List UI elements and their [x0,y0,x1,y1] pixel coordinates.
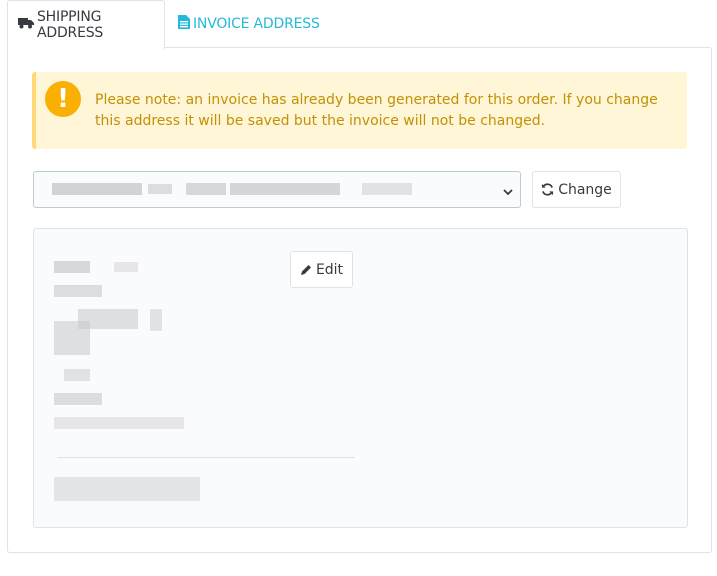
address-select[interactable] [33,171,521,208]
tab-shipping-label: SHIPPING ADDRESS [37,9,104,41]
address-divider [57,457,355,458]
tab-shipping-address[interactable]: SHIPPING ADDRESS [7,0,165,49]
change-button[interactable]: Change [532,171,621,208]
file-icon [178,14,190,33]
refresh-icon [542,183,554,196]
change-button-label: Change [558,181,612,198]
edit-button[interactable]: Edit [290,251,353,288]
chevron-down-icon [502,183,514,196]
alert-message: Please note: an invoice has already been… [95,92,658,129]
tab-invoice-label: INVOICE ADDRESS [193,15,320,32]
address-panel: ! Please note: an invoice has already be… [7,47,712,553]
truck-icon [18,17,34,33]
warning-alert: ! Please note: an invoice has already be… [32,72,687,149]
tab-bar: SHIPPING ADDRESS INVOICE ADDRESS [7,0,710,49]
selected-address-redacted [52,183,412,195]
exclamation-icon: ! [45,81,81,117]
address-card [33,228,688,528]
pencil-icon [300,264,311,275]
edit-button-label: Edit [315,261,344,278]
tab-invoice-address[interactable]: INVOICE ADDRESS [178,0,320,47]
